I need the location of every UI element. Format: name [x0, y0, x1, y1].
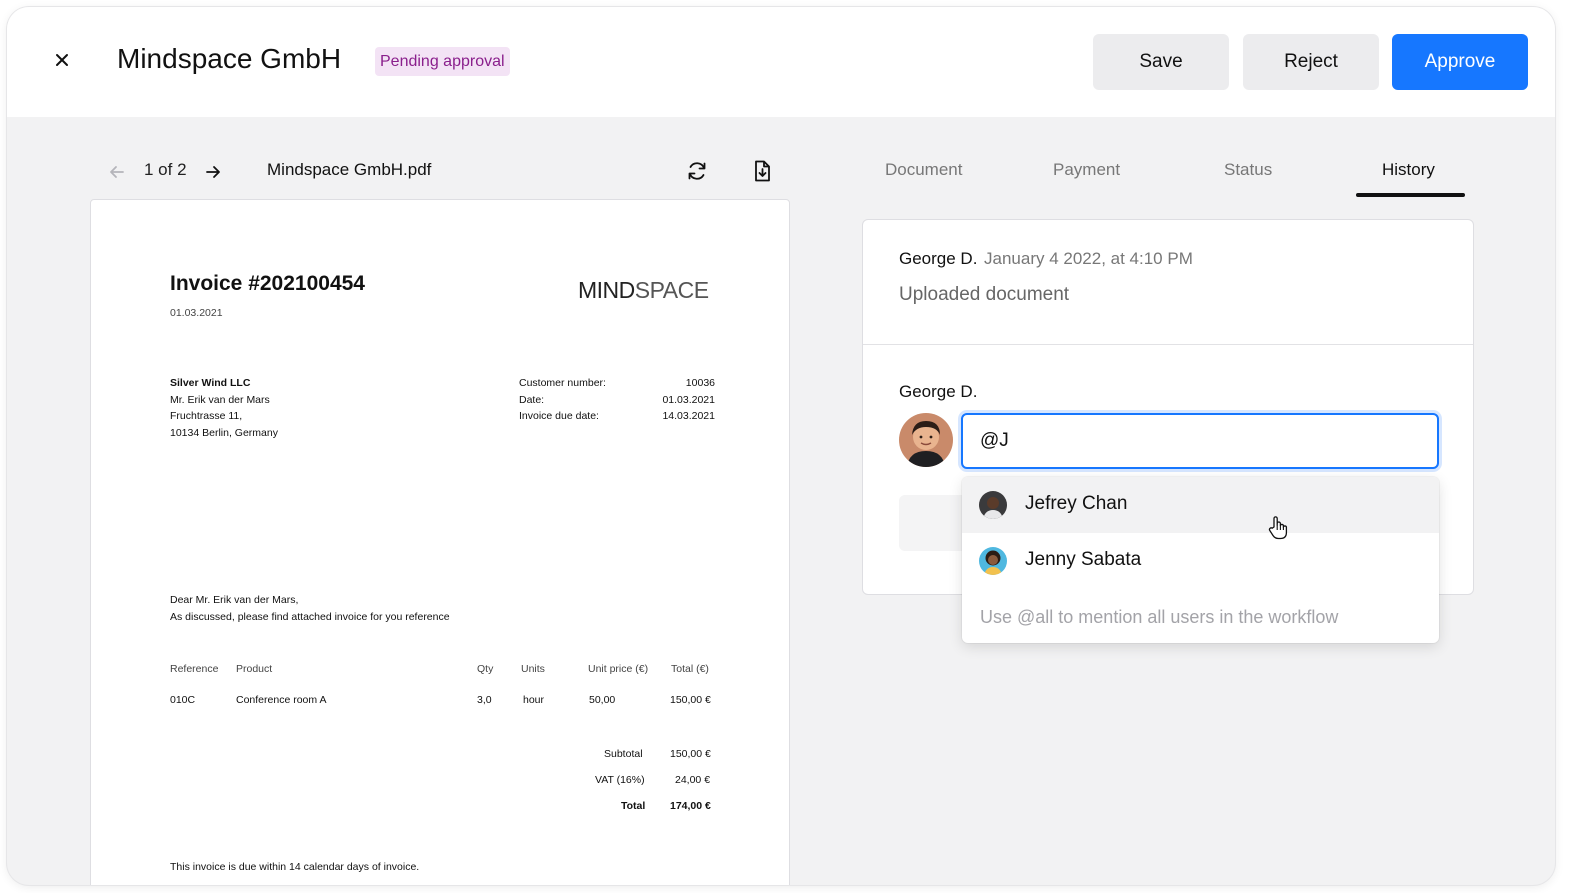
- recipient-address: Silver Wind LLC Mr. Erik van der Mars Fr…: [170, 375, 278, 441]
- letter-body: As discussed, please find attached invoi…: [170, 611, 450, 623]
- recipient-company: Silver Wind LLC: [170, 377, 251, 389]
- close-icon[interactable]: [51, 49, 73, 71]
- divider: [863, 344, 1473, 345]
- history-entry-author: George D.: [899, 249, 978, 268]
- history-entry-action: Uploaded document: [899, 284, 1070, 305]
- recipient-contact: Mr. Erik van der Mars: [170, 393, 270, 406]
- subtotal-label: Subtotal: [604, 748, 643, 760]
- column-header-units: Units: [521, 663, 545, 675]
- invoice-letter: Dear Mr. Erik van der Mars, As discussed…: [170, 592, 450, 626]
- meta-value: 01.03.2021: [662, 393, 715, 406]
- invoice-footer-note: This invoice is due within 14 calendar d…: [170, 861, 420, 873]
- mindspace-logo: MINDSPACE: [578, 277, 709, 303]
- column-header-total: Total (€): [671, 663, 709, 675]
- mention-option[interactable]: Jefrey Chan: [962, 477, 1439, 533]
- column-header-reference: Reference: [170, 663, 219, 675]
- mention-option[interactable]: Jenny Sabata: [962, 533, 1439, 589]
- header-bar: Mindspace GmbH Pending approval Save Rej…: [7, 7, 1555, 117]
- total-label: Total: [621, 800, 646, 812]
- mention-dropdown: Jefrey Chan Jenny Sabata Use @all to men…: [962, 477, 1439, 643]
- column-header-unit-price: Unit price (€): [588, 663, 649, 675]
- page-indicator: 1 of 2: [144, 160, 187, 179]
- mention-hint: Use @all to mention all users in the wor…: [980, 607, 1339, 627]
- mention-option-name: Jenny Sabata: [1025, 549, 1142, 570]
- recipient-city: 10134 Berlin, Germany: [170, 426, 278, 439]
- previous-page-icon[interactable]: [107, 162, 127, 182]
- hand-cursor-icon: [1267, 515, 1289, 541]
- next-page-icon[interactable]: [203, 162, 223, 182]
- letter-greeting: Dear Mr. Erik van der Mars,: [170, 594, 299, 606]
- comment-author: George D.: [899, 382, 978, 401]
- avatar: [899, 413, 953, 467]
- line-total: 150,00 €: [670, 694, 711, 706]
- total-value: 174,00 €: [670, 800, 711, 812]
- invoice-title: Invoice #202100454: [170, 272, 365, 295]
- meta-label: Invoice due date:: [519, 410, 599, 422]
- meta-value: 10036: [685, 377, 715, 389]
- status-badge: Pending approval: [375, 47, 510, 76]
- tab-history[interactable]: History: [1382, 160, 1435, 180]
- tab-payment[interactable]: Payment: [1053, 160, 1120, 180]
- active-tab-indicator: [1356, 193, 1465, 197]
- refresh-icon[interactable]: [685, 159, 709, 183]
- vat-value: 24,00 €: [675, 774, 711, 786]
- invoice-document: Invoice #202100454 01.03.2021 MINDSPACE …: [90, 199, 790, 885]
- avatar: [979, 491, 1007, 519]
- history-entry-timestamp: January 4 2022, at 4:10 PM: [984, 249, 1193, 268]
- reject-button[interactable]: Reject: [1243, 34, 1379, 90]
- tab-status[interactable]: Status: [1224, 160, 1272, 180]
- line-reference: 010C: [170, 694, 196, 706]
- line-qty: 3,0: [477, 694, 492, 706]
- document-filename: Mindspace GmbH.pdf: [267, 160, 432, 179]
- line-units: hour: [523, 694, 545, 706]
- vat-label: VAT (16%): [595, 774, 645, 786]
- app-window: Mindspace GmbH Pending approval Save Rej…: [7, 7, 1555, 885]
- column-header-qty: Qty: [477, 663, 494, 675]
- column-header-product: Product: [236, 663, 273, 675]
- meta-label: Date:: [519, 393, 545, 406]
- avatar: [979, 547, 1007, 575]
- save-button[interactable]: Save: [1093, 34, 1229, 90]
- mention-option-name: Jefrey Chan: [1025, 493, 1128, 514]
- meta-label: Customer number:: [519, 377, 606, 389]
- comment-input[interactable]: @J: [961, 413, 1439, 469]
- approve-button[interactable]: Approve: [1392, 34, 1528, 90]
- subtotal-value: 150,00 €: [670, 748, 711, 760]
- tab-document[interactable]: Document: [885, 160, 962, 180]
- invoice-date: 01.03.2021: [170, 307, 223, 319]
- line-product: Conference room A: [236, 694, 327, 706]
- invoice-meta: Customer number: 10036 Date: 01.03.2021 In…: [519, 375, 715, 425]
- download-file-icon[interactable]: [750, 159, 774, 183]
- meta-value: 14.03.2021: [662, 410, 715, 422]
- recipient-street: Fruchtrasse 11,: [170, 410, 243, 422]
- page-title: Mindspace GmbH: [117, 43, 342, 74]
- line-unit-price: 50,00: [589, 694, 616, 706]
